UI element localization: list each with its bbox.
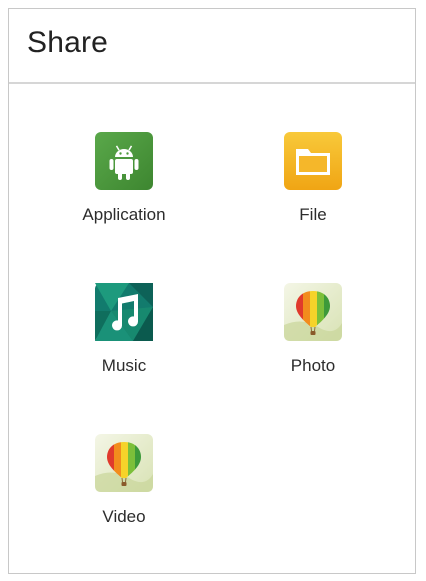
balloon-icon (93, 432, 155, 494)
dialog-title: Share (27, 26, 109, 59)
folder-icon (282, 130, 344, 192)
share-option-music[interactable]: Music (44, 281, 204, 391)
share-option-label: Video (102, 507, 146, 526)
share-option-label: Application (82, 205, 166, 224)
header-divider (9, 82, 415, 84)
share-option-photo[interactable]: Photo (233, 281, 393, 391)
dialog-header: Share (9, 9, 415, 83)
share-dialog: Share Application File Music Photo Video (8, 8, 416, 574)
share-option-label: File (299, 205, 327, 224)
music-note-icon (93, 281, 155, 343)
share-option-label: Photo (290, 356, 336, 375)
share-option-label: Music (101, 356, 147, 375)
android-icon (93, 130, 155, 192)
share-option-file[interactable]: File (233, 130, 393, 240)
balloon-icon (282, 281, 344, 343)
share-option-application[interactable]: Application (44, 130, 204, 240)
share-option-video[interactable]: Video (44, 432, 204, 542)
